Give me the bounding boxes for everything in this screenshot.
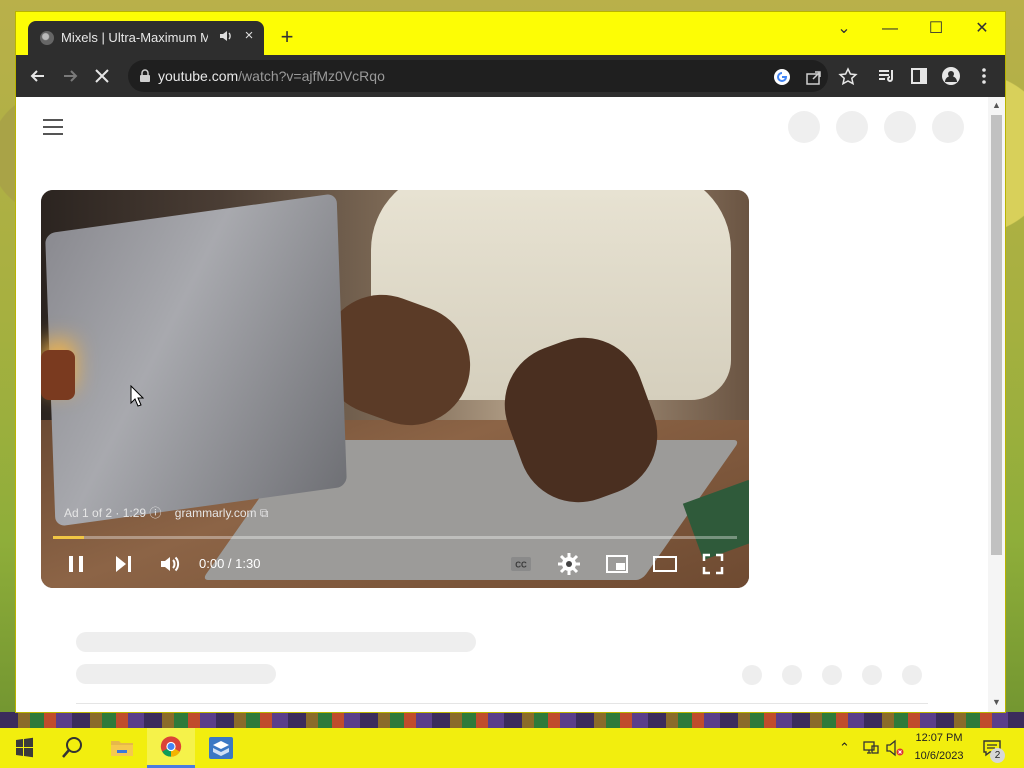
notification-badge: 2 xyxy=(990,748,1005,763)
video-frame-candle xyxy=(41,350,75,400)
mouse-cursor-icon xyxy=(130,385,144,407)
tab-title: Mixels | Ultra-Maximum Ma xyxy=(61,30,208,45)
volume-icon[interactable] xyxy=(158,552,182,576)
start-windows-icon[interactable] xyxy=(0,728,48,768)
lock-icon[interactable] xyxy=(138,69,152,83)
browser-menu-icon[interactable] xyxy=(974,66,994,86)
network-icon[interactable] xyxy=(862,740,880,756)
tab-search-icon[interactable]: ⌄ xyxy=(829,18,859,40)
tab-audio-playing-icon[interactable] xyxy=(218,28,234,44)
time-display: 0:00 / 1:30 xyxy=(199,556,261,571)
tab-youtube[interactable]: Mixels | Ultra-Maximum Ma × xyxy=(28,21,264,55)
chrome-icon[interactable] xyxy=(147,728,195,768)
url-path: /watch?v=ajfMz0VcRqo xyxy=(238,68,385,84)
share-icon[interactable] xyxy=(805,68,823,86)
side-panel-icon[interactable] xyxy=(909,66,929,86)
new-tab-button[interactable]: + xyxy=(277,26,297,48)
header-placeholder-circle xyxy=(932,111,964,143)
forward-arrow-icon[interactable] xyxy=(60,66,80,86)
scrollbar-thumb[interactable] xyxy=(991,115,1002,555)
search-icon[interactable] xyxy=(48,728,96,768)
virtualbox-icon[interactable] xyxy=(197,728,245,768)
minimize-button[interactable]: — xyxy=(875,18,905,40)
tab-close-icon[interactable]: × xyxy=(241,28,257,44)
captions-icon[interactable]: CC xyxy=(509,552,533,576)
guide-menu-icon[interactable] xyxy=(43,119,63,135)
file-explorer-icon[interactable] xyxy=(98,728,146,768)
bookmark-star-icon[interactable] xyxy=(838,67,858,87)
action-placeholder xyxy=(782,665,802,685)
windows-taskbar: ⌃ 12:07 PM 10/6/2023 2 xyxy=(0,728,1024,768)
video-title-placeholder xyxy=(76,632,476,652)
ad-counter: Ad 1 of 2 · 1:29 xyxy=(64,506,147,520)
header-placeholder-circle xyxy=(884,111,916,143)
advertiser-link[interactable]: grammarly.com xyxy=(175,506,257,520)
ad-progress-bar[interactable] xyxy=(53,536,737,539)
back-arrow-icon[interactable] xyxy=(28,66,48,86)
tab-strip: Mixels | Ultra-Maximum Ma × + ⌄ — ☐ ✕ xyxy=(16,12,1005,55)
video-frame-laptop xyxy=(45,193,347,527)
pause-icon[interactable] xyxy=(64,552,88,576)
address-bar[interactable]: youtube.com/watch?v=ajfMz0VcRqo xyxy=(128,60,828,92)
maximize-button[interactable]: ☐ xyxy=(921,18,951,40)
stop-loading-icon[interactable] xyxy=(92,66,112,86)
desktop-wallpaper-strip xyxy=(0,712,1024,728)
close-window-button[interactable]: ✕ xyxy=(967,18,997,40)
header-placeholder-circle xyxy=(788,111,820,143)
action-placeholder xyxy=(902,665,922,685)
header-placeholder-circle xyxy=(836,111,868,143)
theater-mode-icon[interactable] xyxy=(653,552,677,576)
ad-progress-fill xyxy=(53,536,84,539)
ad-info-bar: Ad 1 of 2 · 1:29 ⓘ grammarly.com ⧉ xyxy=(64,504,268,521)
browser-window: Mixels | Ultra-Maximum Ma × + ⌄ — ☐ ✕ yo… xyxy=(16,12,1005,712)
tab-favicon-icon xyxy=(40,31,54,45)
profile-avatar-icon[interactable] xyxy=(941,66,961,86)
miniplayer-icon[interactable] xyxy=(605,552,629,576)
volume-muted-icon[interactable] xyxy=(885,739,905,757)
ad-info-icon[interactable]: ⓘ xyxy=(149,506,161,520)
settings-gear-icon[interactable] xyxy=(557,552,581,576)
action-placeholder xyxy=(822,665,842,685)
action-placeholder xyxy=(862,665,882,685)
action-placeholder xyxy=(742,665,762,685)
fullscreen-icon[interactable] xyxy=(701,552,725,576)
url-host: youtube.com xyxy=(158,68,239,84)
clock-date[interactable]: 10/6/2023 xyxy=(906,750,972,762)
google-lens-icon[interactable] xyxy=(773,68,791,86)
browser-toolbar: youtube.com/watch?v=ajfMz0VcRqo xyxy=(16,55,1005,97)
url-text[interactable]: youtube.com/watch?v=ajfMz0VcRqo xyxy=(158,68,385,84)
clock-time[interactable]: 12:07 PM xyxy=(906,732,972,744)
media-control-icon[interactable] xyxy=(877,66,897,86)
youtube-page: Ad 1 of 2 · 1:29 ⓘ grammarly.com ⧉ 0:00 … xyxy=(16,97,988,712)
show-hidden-icons-chevron-icon[interactable]: ⌃ xyxy=(839,740,850,756)
next-icon[interactable] xyxy=(111,552,135,576)
page-scrollbar[interactable]: ▲ ▼ xyxy=(988,97,1005,712)
external-link-icon: ⧉ xyxy=(259,506,269,520)
scroll-down-arrow-icon[interactable]: ▼ xyxy=(992,697,1001,707)
video-player[interactable]: Ad 1 of 2 · 1:29 ⓘ grammarly.com ⧉ 0:00 … xyxy=(41,190,749,588)
channel-placeholder xyxy=(76,664,276,684)
content-divider xyxy=(76,703,928,704)
scroll-up-arrow-icon[interactable]: ▲ xyxy=(992,100,1001,110)
svg-text:CC: CC xyxy=(515,561,527,570)
